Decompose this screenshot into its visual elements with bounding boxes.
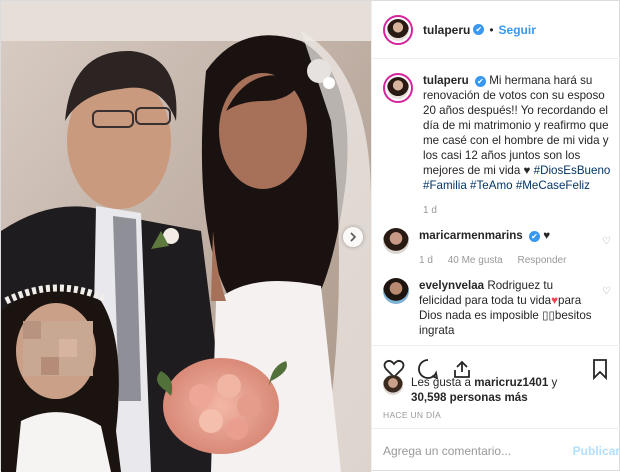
likes-summary: Les gusta a maricruz1401 y 30,598 person…: [383, 375, 613, 405]
publish-button[interactable]: Publicar: [573, 444, 620, 458]
likes-count[interactable]: 30,598 personas más: [411, 391, 528, 404]
comments-list[interactable]: tulaperu ✔ Mi hermana hará su renovación…: [372, 59, 620, 345]
verified-badge-icon: ✔: [473, 24, 485, 35]
comment-like-heart-icon[interactable]: ♡: [602, 286, 611, 338]
black-heart-icon: ♥: [523, 164, 531, 177]
follow-button[interactable]: Seguir: [499, 23, 536, 37]
hashtag-link[interactable]: #Familia: [423, 179, 467, 192]
post-photo[interactable]: [1, 1, 371, 472]
comment-username[interactable]: maricarmenmarins: [419, 229, 523, 242]
liker-avatar[interactable]: [383, 375, 403, 395]
caption-username[interactable]: tulaperu: [423, 74, 469, 87]
comment-likes-count[interactable]: 40 Me gusta: [448, 255, 503, 266]
likes-conj: y: [551, 376, 558, 389]
chevron-right-icon: [350, 232, 357, 242]
hashtag-link[interactable]: #MeCaseFeliz: [516, 179, 590, 192]
comment-time[interactable]: 1 d: [419, 255, 433, 266]
next-image-button[interactable]: [343, 227, 363, 247]
liker-username[interactable]: maricruz1401: [474, 376, 548, 389]
comment-username[interactable]: evelynvelaa: [419, 279, 484, 292]
hashtag-link[interactable]: #TeAmo: [470, 179, 513, 192]
caption-avatar[interactable]: [383, 73, 413, 103]
comment-input[interactable]: Agrega un comentario...: [383, 444, 573, 458]
caption-text: Mi hermana hará su renovación de votos c…: [423, 74, 609, 177]
wedding-photo-illustration: [1, 1, 371, 472]
hashtag-link[interactable]: #DiosEsBueno: [534, 164, 611, 177]
comment-item: maricarmenmarins ✔ ♥ 1 d 40 Me gusta Res…: [383, 228, 611, 268]
likes-prefix: Les gusta a: [411, 376, 471, 389]
add-comment-bar: Agrega un comentario... Publicar: [372, 428, 620, 472]
header-username[interactable]: tulaperu: [423, 23, 470, 37]
comment-item: evelynvelaa Rodriguez tu felicidad para …: [383, 278, 611, 338]
comment-like-heart-icon[interactable]: ♡: [602, 236, 611, 268]
unsupported-glyph: ▯▯: [542, 309, 555, 322]
reply-button[interactable]: Responder: [518, 255, 567, 266]
post-header: tulaperu ✔ • Seguir: [372, 1, 620, 59]
black-heart-icon: ♥: [543, 229, 551, 242]
separator-dot: •: [489, 22, 494, 37]
instagram-post: tulaperu ✔ • Seguir tulaperu ✔ Mi herman…: [0, 0, 620, 472]
verified-badge-icon: ✔: [474, 76, 486, 87]
profile-avatar[interactable]: [383, 14, 413, 45]
caption-time[interactable]: 1 d: [423, 205, 437, 216]
post-side-panel: tulaperu ✔ • Seguir tulaperu ✔ Mi herman…: [371, 1, 620, 472]
verified-badge-icon: ✔: [529, 231, 540, 242]
post-time-ago[interactable]: HACE UN DÍA: [383, 410, 441, 420]
commenter-avatar[interactable]: [383, 278, 409, 304]
caption-comment: tulaperu ✔ Mi hermana hará su renovación…: [383, 73, 611, 218]
red-heart-icon: ♥: [551, 294, 559, 307]
commenter-avatar[interactable]: [383, 228, 409, 254]
